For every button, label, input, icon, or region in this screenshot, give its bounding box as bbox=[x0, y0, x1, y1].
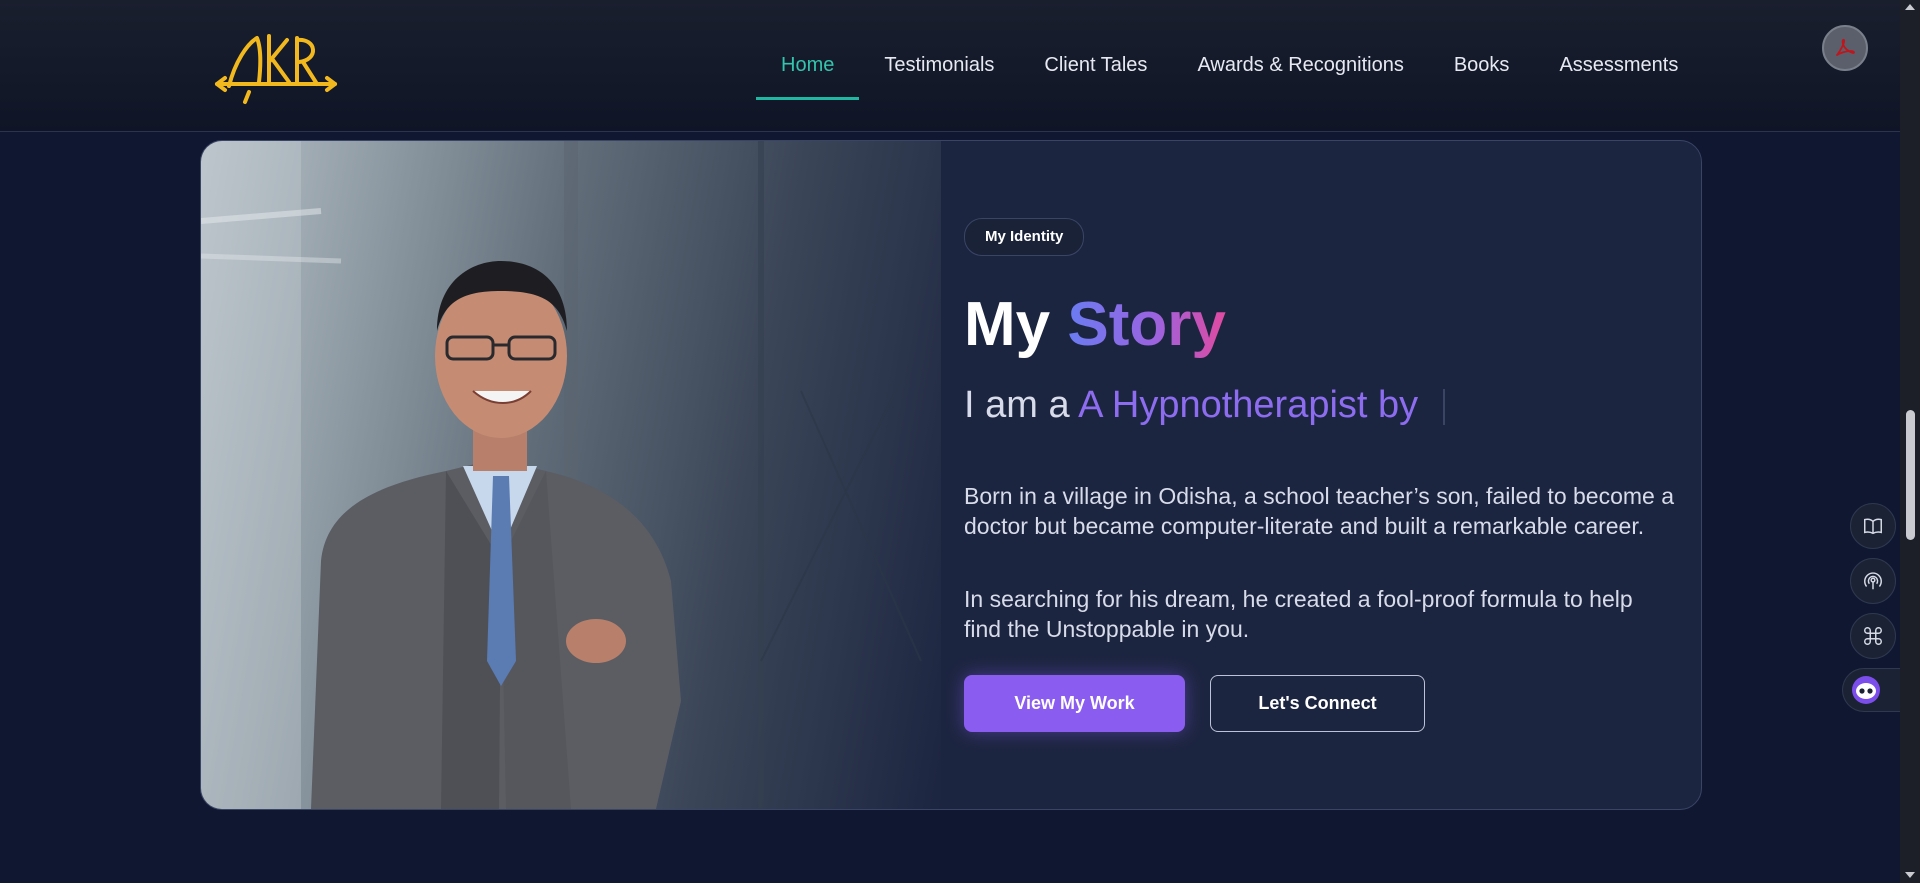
command-icon bbox=[1864, 627, 1882, 645]
hero-content: My Identity My Story I am a A Hypnothera… bbox=[964, 141, 1684, 809]
scrollbar-thumb[interactable] bbox=[1906, 410, 1915, 540]
nav-awards-recognitions[interactable]: Awards & Recognitions bbox=[1172, 50, 1428, 86]
nav-home[interactable]: Home bbox=[756, 50, 860, 100]
broadcast-tool-button[interactable] bbox=[1850, 558, 1896, 604]
akr-logo[interactable] bbox=[213, 22, 339, 106]
site-header: Home Testimonials Client Tales Awards & … bbox=[0, 0, 1900, 132]
page-title: My Story bbox=[964, 289, 1226, 360]
scroll-up-arrow[interactable] bbox=[1905, 4, 1915, 10]
typewriter-text: A Hypnotherapist by bbox=[1078, 384, 1419, 426]
nav-client-tales[interactable]: Client Tales bbox=[1019, 50, 1172, 86]
main-navigation: Home Testimonials Client Tales Awards & … bbox=[756, 50, 1703, 100]
typewriter-prefix: I am a bbox=[964, 384, 1070, 426]
typewriter-cursor bbox=[1442, 388, 1445, 425]
bio-paragraph-2: In searching for his dream, he created a… bbox=[964, 586, 1633, 642]
command-tool-button[interactable] bbox=[1850, 613, 1896, 659]
view-my-work-button[interactable]: View My Work bbox=[964, 675, 1185, 732]
book-icon bbox=[1864, 518, 1882, 535]
title-word-story: Story bbox=[1067, 290, 1226, 359]
nav-testimonials[interactable]: Testimonials bbox=[859, 50, 1019, 86]
broadcast-icon bbox=[1864, 572, 1882, 590]
typewriter-line: I am a A Hypnotherapist by bbox=[964, 384, 1445, 427]
acrobat-pdf-icon bbox=[1836, 38, 1855, 56]
hero-card: My Identity My Story I am a A Hypnothera… bbox=[200, 140, 1702, 810]
book-tool-button[interactable] bbox=[1850, 503, 1896, 549]
nav-books[interactable]: Books bbox=[1429, 50, 1535, 86]
identity-badge: My Identity bbox=[964, 218, 1085, 256]
nav-assessments[interactable]: Assessments bbox=[1534, 50, 1703, 86]
chatbot-button[interactable] bbox=[1842, 668, 1900, 712]
chatbot-icon bbox=[1852, 676, 1880, 704]
pdf-download-button[interactable] bbox=[1822, 25, 1868, 71]
title-word-my: My bbox=[964, 290, 1051, 359]
bio-paragraph-1: Born in a village in Odisha, a school te… bbox=[964, 483, 1675, 539]
lets-connect-button[interactable]: Let's Connect bbox=[1210, 675, 1425, 732]
profile-photo bbox=[201, 141, 941, 809]
scroll-down-arrow[interactable] bbox=[1905, 872, 1915, 878]
